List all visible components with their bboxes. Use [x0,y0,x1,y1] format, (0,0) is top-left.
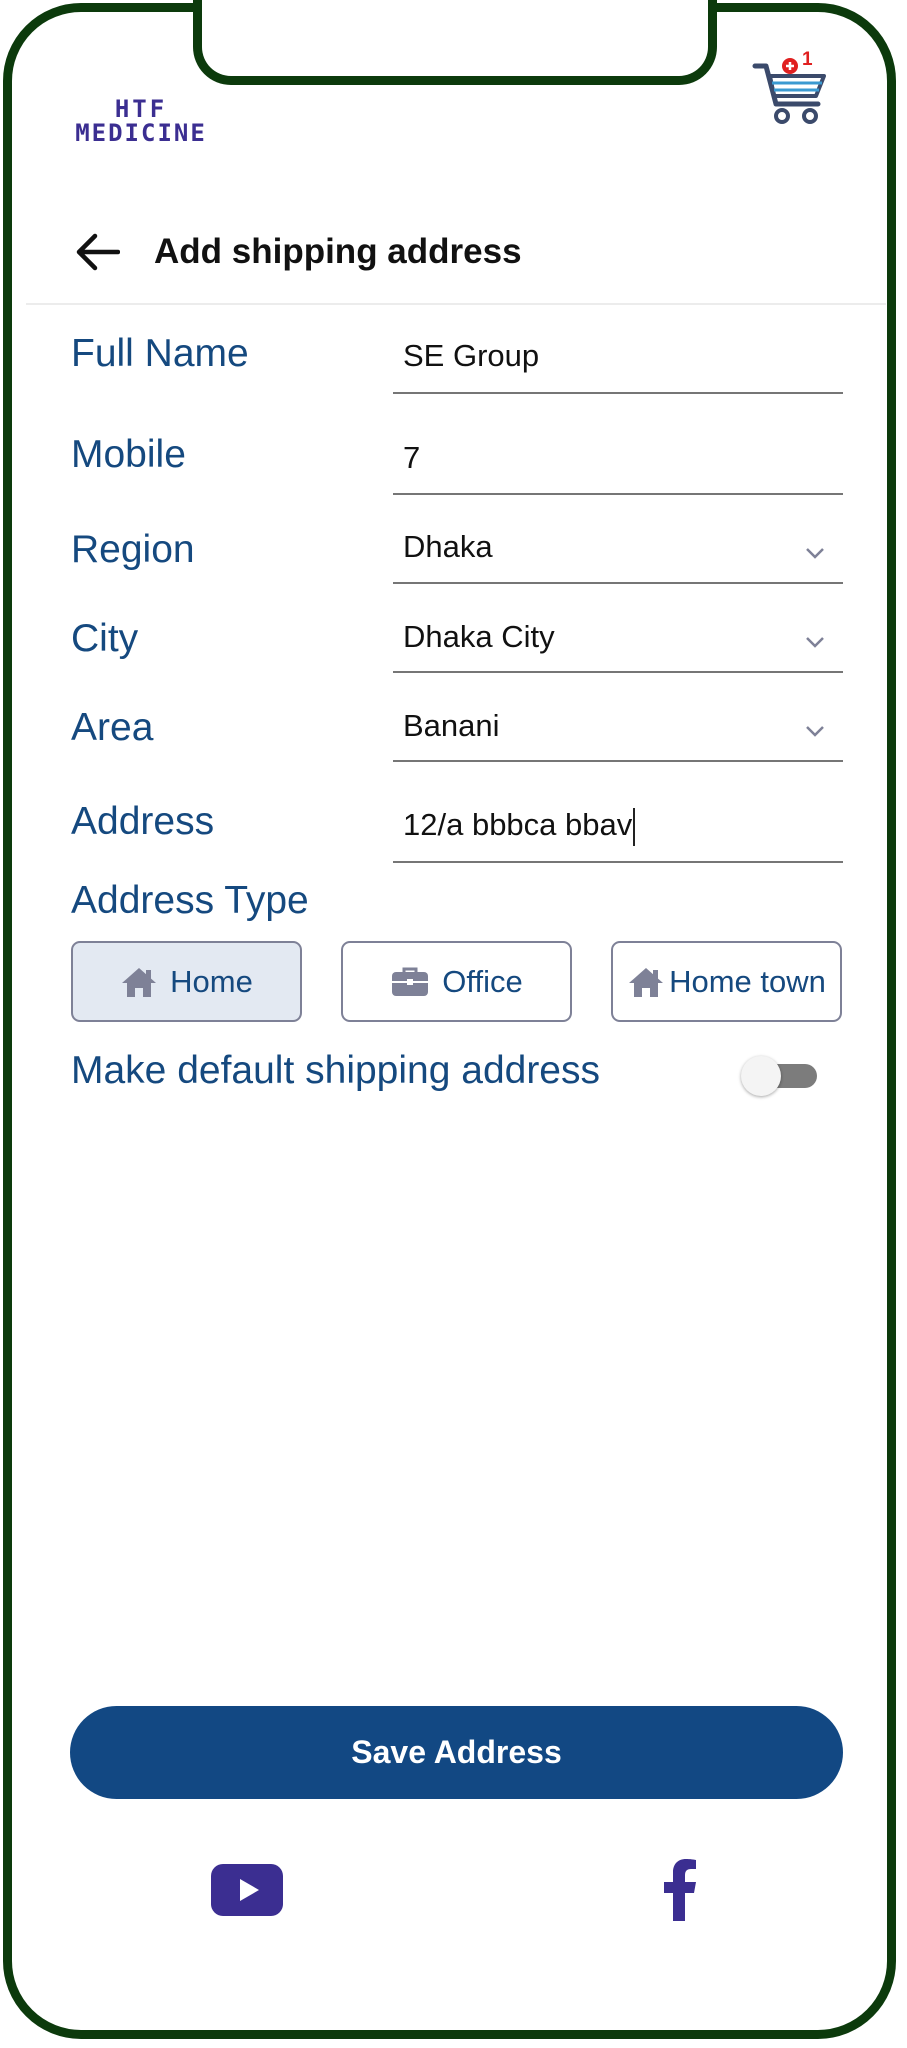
full-name-value: SE Group [403,338,540,373]
briefcase-icon [392,967,429,996]
address-type-home-label: Home [170,963,253,999]
cart-badge-count: 1 [802,49,813,70]
home-icon [629,967,664,997]
full-name-label: Full Name [71,332,249,375]
address-type-hometown-button[interactable]: Home town [611,941,842,1022]
address-type-hometown-label: Home town [669,963,826,999]
device-notch [193,0,717,85]
back-arrow-icon[interactable] [74,232,120,272]
area-label: Area [71,706,154,749]
page-title: Add shipping address [154,232,522,271]
address-input[interactable]: 12/a bbbca bbav [393,797,843,863]
address-label: Address [71,800,215,843]
mobile-value: 7 [403,440,421,475]
city-value: Dhaka City [403,619,555,654]
area-value: Banani [403,708,500,743]
address-type-home-button[interactable]: Home [71,941,302,1022]
chevron-down-icon [806,548,824,559]
facebook-icon[interactable] [663,1859,697,1921]
address-type-office-label: Office [442,963,523,999]
home-icon [122,967,157,997]
mobile-input[interactable]: 7 [393,430,843,495]
city-label: City [71,617,139,660]
text-cursor [633,807,636,846]
area-select[interactable]: Banani [393,699,843,762]
city-select[interactable]: Dhaka City [393,610,843,673]
default-address-label: Make default shipping address [71,1049,600,1092]
mobile-label: Mobile [71,433,186,476]
region-select[interactable]: Dhaka [393,520,843,584]
save-address-button[interactable]: Save Address [70,1706,843,1799]
full-name-input[interactable]: SE Group [393,330,843,394]
chevron-down-icon [806,637,824,648]
address-value: 12/a bbbca bbav [403,807,633,842]
toggle-knob [741,1056,781,1096]
header-divider [26,303,886,305]
logo-line-1: HTF [114,95,168,123]
region-label: Region [71,528,195,571]
region-value: Dhaka [403,529,493,564]
logo-line-2: MEDICINE [75,119,207,147]
cart-icon[interactable] [752,52,828,126]
chevron-down-icon [806,726,824,737]
address-type-office-button[interactable]: Office [341,941,572,1022]
default-address-toggle[interactable] [741,1055,821,1096]
app-logo[interactable]: HTF MEDICINE [66,97,216,145]
youtube-icon[interactable] [211,1864,283,1916]
address-type-label: Address Type [71,879,309,922]
